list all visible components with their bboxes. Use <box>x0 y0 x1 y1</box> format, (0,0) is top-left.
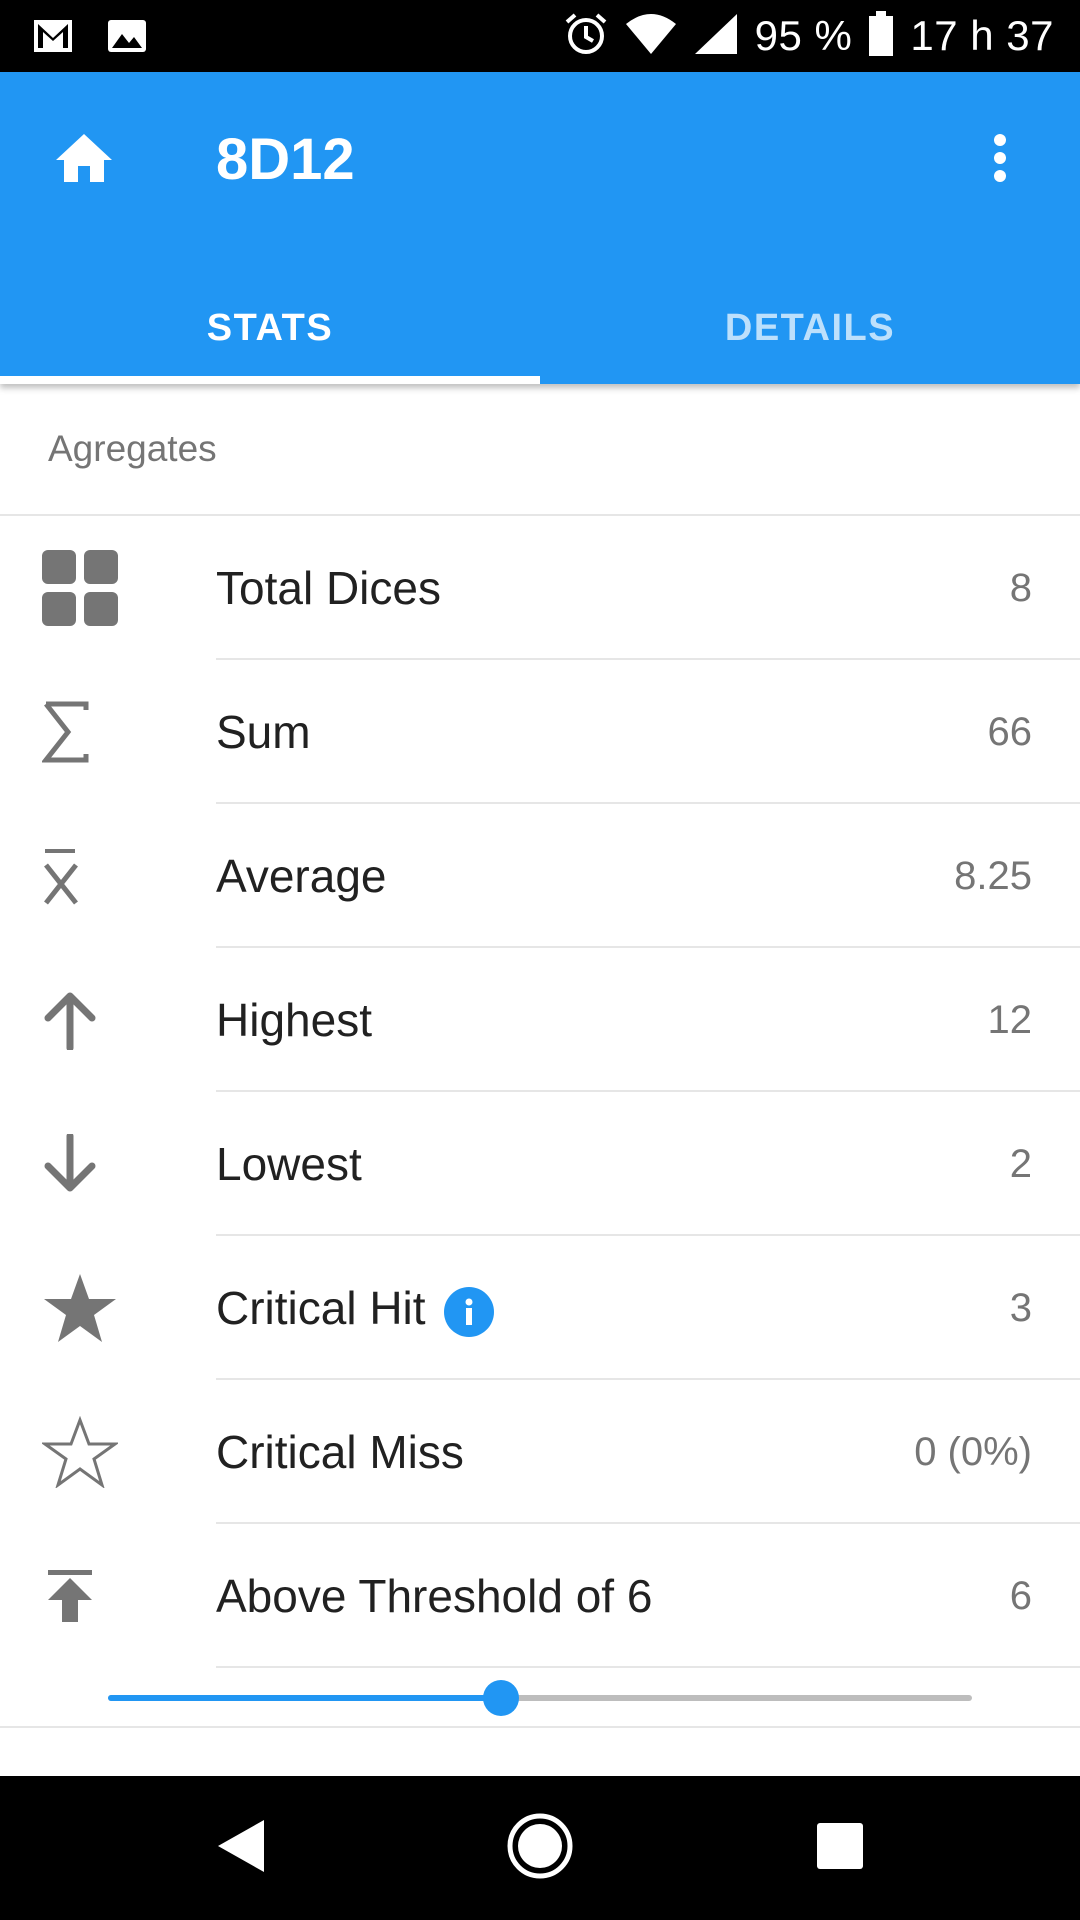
threshold-up-icon <box>42 1560 126 1632</box>
stats-content: Agregates Total Dices 8 Sum 66 Average 8… <box>0 384 1080 1728</box>
overflow-menu-button[interactable] <box>964 124 1036 196</box>
status-bar: 95 % 17 h 37 <box>0 0 1080 72</box>
stat-label: Lowest <box>216 1138 362 1190</box>
home-nav-button[interactable] <box>504 1812 576 1884</box>
tab-details[interactable]: DETAILS <box>540 272 1080 384</box>
stat-value: 66 <box>987 710 1033 754</box>
stat-label: Average <box>216 850 387 902</box>
slider-thumb[interactable] <box>483 1680 520 1716</box>
stat-row-above-threshold: Above Threshold of 6 6 <box>0 1524 1080 1668</box>
threshold-slider[interactable] <box>0 1668 1080 1728</box>
gmail-icon <box>32 12 74 65</box>
back-triangle-icon <box>212 1816 268 1881</box>
signal-icon <box>693 12 739 61</box>
section-title: Agregates <box>0 384 1080 516</box>
stat-label: Sum <box>216 706 311 758</box>
alarm-icon <box>563 11 609 62</box>
grid-icon <box>42 550 126 626</box>
slider-track[interactable] <box>108 1680 972 1716</box>
slider-fill <box>108 1695 502 1701</box>
home-icon <box>54 132 114 189</box>
stat-label: Highest <box>216 994 372 1046</box>
stat-label: Total Dices <box>216 562 441 614</box>
stat-row-sum: Sum 66 <box>0 660 1080 804</box>
stat-value: 8 <box>1009 566 1032 610</box>
stat-value: 3 <box>1009 1286 1032 1330</box>
tab-bar: STATS DETAILS <box>0 272 1080 384</box>
app-title: 8D12 <box>216 127 355 192</box>
wifi-icon <box>625 12 677 61</box>
more-vert-icon <box>992 133 1008 188</box>
stat-row-critical-hit: Critical Hit 3 <box>0 1236 1080 1380</box>
battery-icon <box>868 10 894 62</box>
tab-stats[interactable]: STATS <box>0 272 540 384</box>
stat-value: 0 (0%) <box>914 1430 1032 1474</box>
stat-label: Critical Miss <box>216 1426 464 1478</box>
stat-row-lowest: Lowest 2 <box>0 1092 1080 1236</box>
battery-percent: 95 % <box>754 12 853 59</box>
home-button[interactable] <box>48 124 120 196</box>
stat-row-highest: Highest 12 <box>0 948 1080 1092</box>
stat-row-total-dices: Total Dices 8 <box>0 516 1080 660</box>
star-filled-icon <box>42 1272 126 1344</box>
stat-value: 8.25 <box>954 854 1032 898</box>
stat-value: 2 <box>1009 1142 1032 1186</box>
arrow-down-icon <box>42 1128 126 1200</box>
image-icon <box>106 12 148 65</box>
navigation-bar <box>0 1776 1080 1920</box>
stat-label: Above Threshold of 6 <box>216 1570 653 1622</box>
home-circle-icon <box>505 1811 575 1886</box>
stat-label-with-info: Critical Hit <box>216 1236 494 1380</box>
back-button[interactable] <box>204 1812 276 1884</box>
sigma-icon <box>42 696 126 768</box>
stat-value: 6 <box>1009 1574 1032 1618</box>
recents-square-icon <box>815 1821 865 1876</box>
arrow-up-icon <box>42 984 126 1056</box>
info-icon[interactable] <box>443 1287 494 1337</box>
stat-label: Critical Hit <box>216 1282 426 1334</box>
stat-row-critical-miss: Critical Miss 0 (0%) <box>0 1380 1080 1524</box>
mean-x-bar-icon <box>42 840 126 912</box>
stat-row-average: Average 8.25 <box>0 804 1080 948</box>
star-outline-icon <box>42 1416 126 1488</box>
recents-button[interactable] <box>804 1812 876 1884</box>
stat-value: 12 <box>987 998 1033 1042</box>
app-bar: 8D12 STATS DETAILS <box>0 72 1080 384</box>
clock: 17 h 37 <box>910 12 1054 59</box>
